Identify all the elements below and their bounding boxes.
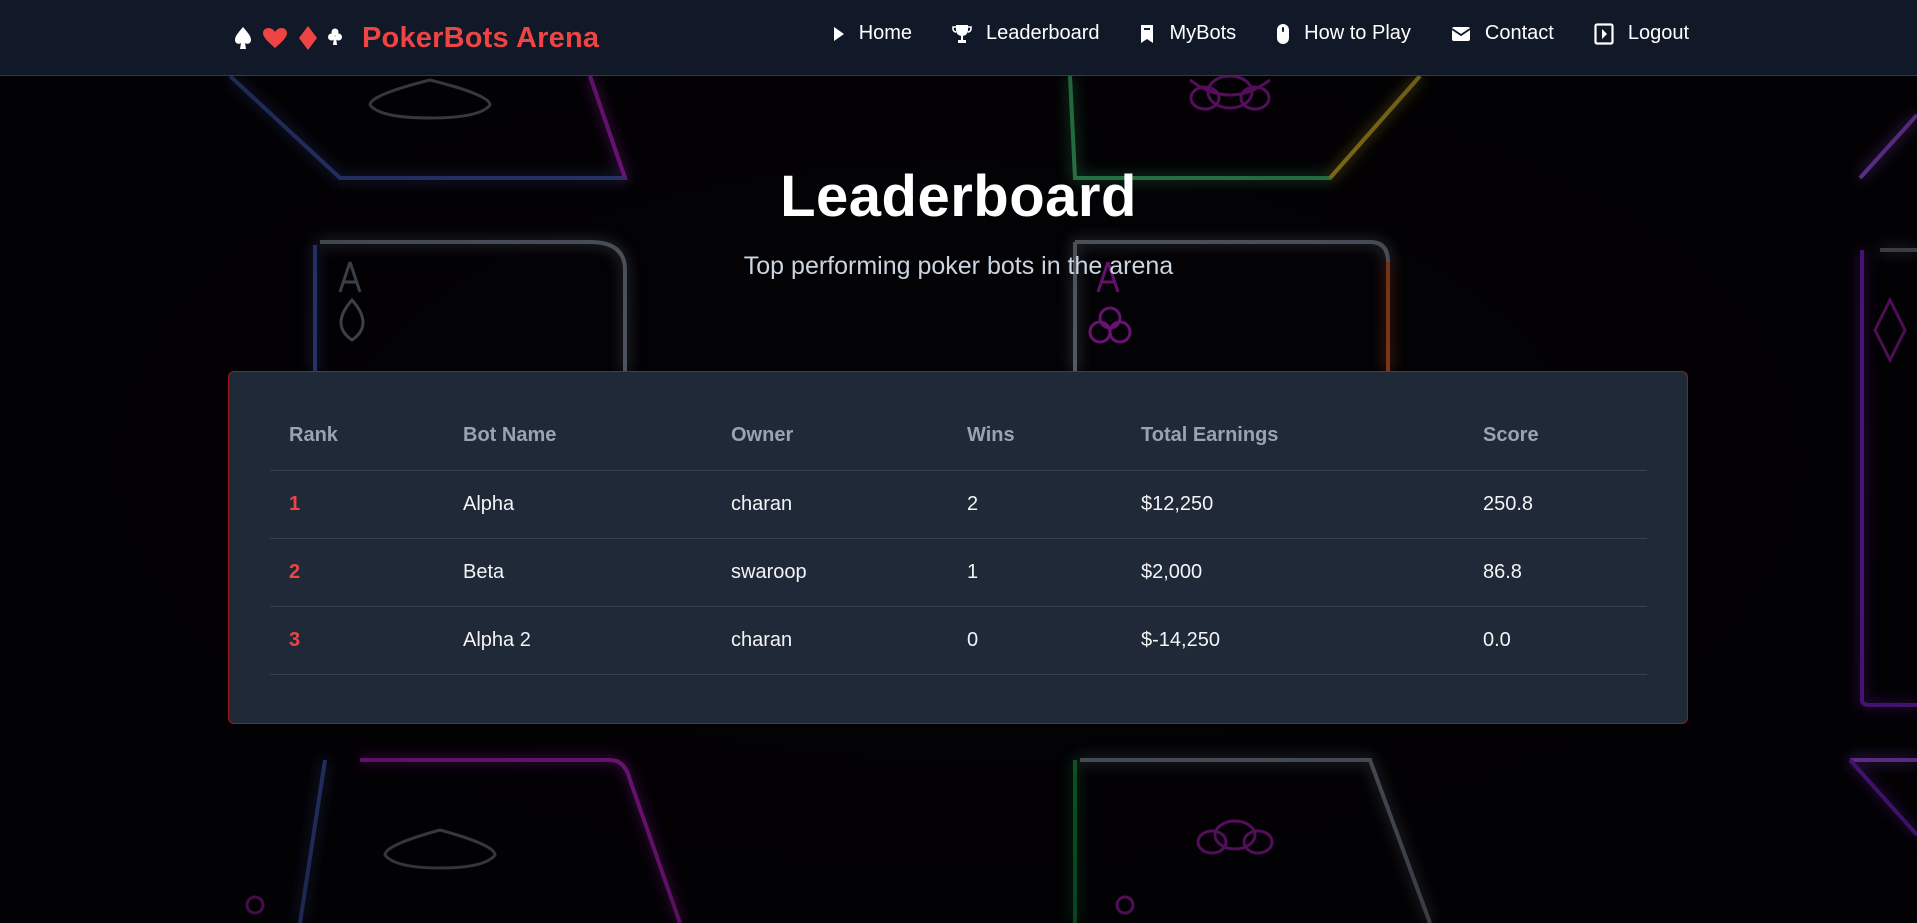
- column-header-bot-name: Bot Name: [444, 402, 712, 471]
- owner-cell: swaroop: [712, 538, 948, 607]
- main-nav: Home Leaderboard MyBots How to Play Cont…: [833, 22, 1689, 45]
- logout-icon: [1594, 22, 1614, 45]
- column-header-total-earnings: Total Earnings: [1122, 402, 1464, 471]
- earnings-cell: $-14,250: [1122, 606, 1464, 675]
- nav-logout-label: Logout: [1627, 22, 1689, 44]
- bookmark-icon: [1141, 24, 1154, 43]
- bot-name-cell: Alpha: [444, 470, 712, 539]
- nav-how-to-play[interactable]: How to Play: [1276, 22, 1411, 45]
- table-row: 3 Alpha 2 charan 0 $-14,250 0.0: [270, 606, 1647, 675]
- mouse-icon: [1277, 23, 1290, 44]
- envelope-icon: [1451, 26, 1471, 41]
- score-cell: 86.8: [1464, 538, 1647, 607]
- wins-cell: 2: [948, 470, 1122, 539]
- leaderboard-table: Rank Bot Name Owner Wins Total Earnings …: [270, 402, 1647, 675]
- table-header-row: Rank Bot Name Owner Wins Total Earnings …: [270, 402, 1647, 471]
- wins-cell: 1: [948, 538, 1122, 607]
- rank-cell: 1: [270, 470, 444, 539]
- column-header-wins: Wins: [948, 402, 1122, 471]
- rank-cell: 3: [270, 606, 444, 675]
- table-row: 1 Alpha charan 2 $12,250 250.8: [270, 470, 1647, 539]
- bot-name-cell: Beta: [444, 538, 712, 607]
- bot-name-cell: Alpha 2: [444, 606, 712, 675]
- nav-leaderboard-label: Leaderboard: [986, 22, 1100, 44]
- leaderboard-panel: Rank Bot Name Owner Wins Total Earnings …: [228, 371, 1688, 724]
- nav-mybots-label: MyBots: [1169, 22, 1237, 44]
- heart-icon: [263, 28, 287, 48]
- earnings-cell: $12,250: [1122, 470, 1464, 539]
- hero-section: Leaderboard Top performing poker bots in…: [0, 163, 1917, 281]
- brand-name: PokerBots Arena: [362, 21, 600, 54]
- column-header-owner: Owner: [712, 402, 948, 471]
- owner-cell: charan: [712, 470, 948, 539]
- table-row: 2 Beta swaroop 1 $2,000 86.8: [270, 538, 1647, 607]
- earnings-cell: $2,000: [1122, 538, 1464, 607]
- nav-logout[interactable]: Logout: [1594, 22, 1689, 45]
- column-header-score: Score: [1464, 402, 1647, 471]
- nav-mybots[interactable]: MyBots: [1139, 22, 1236, 45]
- trophy-icon: [952, 24, 972, 43]
- brand[interactable]: PokerBots Arena: [234, 18, 599, 58]
- page-title: Leaderboard: [780, 164, 1137, 229]
- nav-contact-label: Contact: [1484, 22, 1554, 44]
- spade-icon: [235, 27, 251, 49]
- score-cell: 250.8: [1464, 470, 1647, 539]
- play-icon: [833, 26, 844, 41]
- wins-cell: 0: [948, 606, 1122, 675]
- page-subtitle: Top performing poker bots in the arena: [743, 252, 1174, 280]
- nav-home[interactable]: Home: [833, 22, 912, 45]
- rank-cell: 2: [270, 538, 444, 607]
- nav-leaderboard[interactable]: Leaderboard: [952, 22, 1099, 45]
- nav-contact[interactable]: Contact: [1451, 22, 1554, 45]
- score-cell: 0.0: [1464, 606, 1647, 675]
- brand-suits: [234, 25, 342, 51]
- nav-home-label: Home: [858, 22, 913, 44]
- club-icon: [328, 28, 342, 45]
- diamond-icon: [299, 26, 317, 50]
- owner-cell: charan: [712, 606, 948, 675]
- nav-how-to-play-label: How to Play: [1304, 22, 1411, 44]
- top-navbar: PokerBots Arena Home Leaderboard MyBots …: [0, 0, 1917, 76]
- column-header-rank: Rank: [270, 402, 444, 471]
